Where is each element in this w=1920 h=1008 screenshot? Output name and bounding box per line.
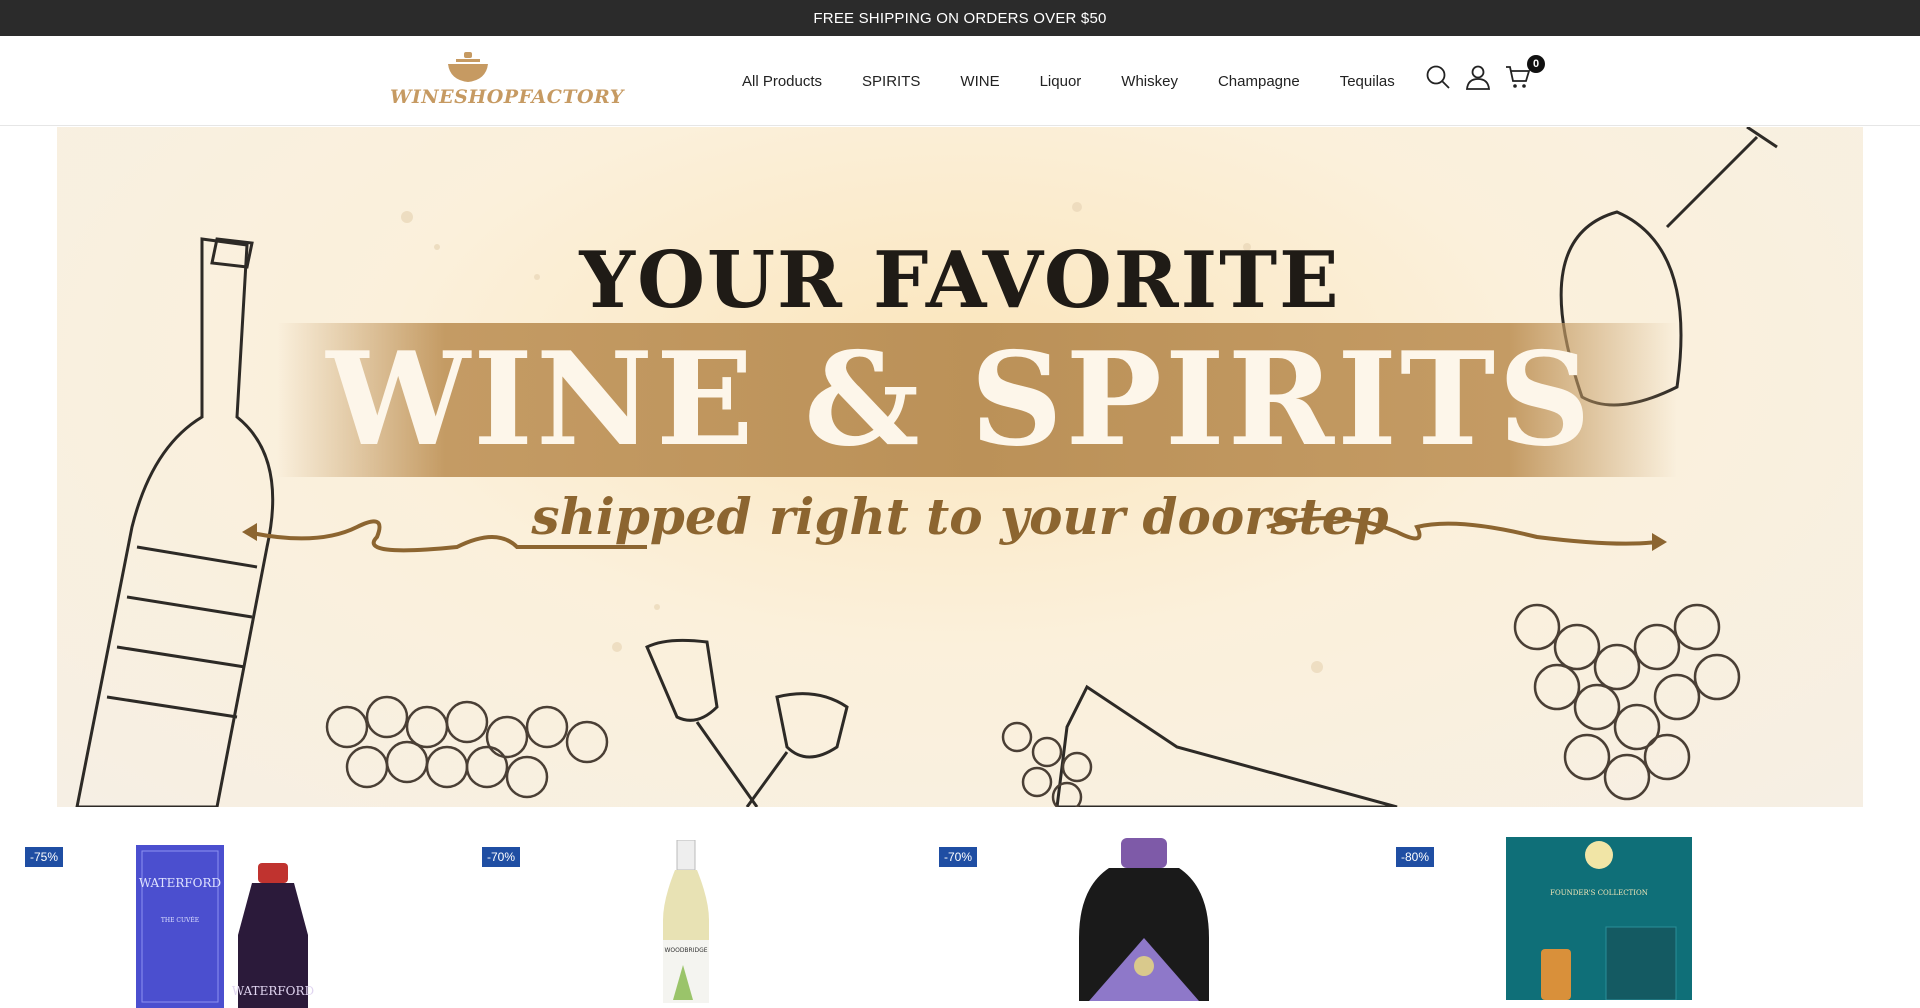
nav-liquor[interactable]: Liquor — [1040, 73, 1082, 90]
nav-whiskey[interactable]: Whiskey — [1121, 73, 1178, 90]
hero-heading-top: YOUR FAVORITE — [579, 235, 1341, 326]
announcement-text: FREE SHIPPING ON ORDERS OVER $50 — [813, 9, 1107, 27]
hero-tagline: shipped right to your doorstep — [531, 487, 1389, 546]
announcement-bar: FREE SHIPPING ON ORDERS OVER $50 — [0, 0, 1920, 36]
product-grid: -75% WATERFORD THE CUVÉE WATERFORD -70% … — [0, 830, 1920, 1008]
mortar-bowl-icon — [448, 52, 488, 82]
box-collection-text: FOUNDER'S COLLECTION — [1550, 889, 1648, 897]
cart-count-badge: 0 — [1527, 55, 1545, 73]
main-nav: All Products SPIRITS WINE Liquor Whiskey… — [742, 36, 1435, 126]
product-card[interactable]: -75% WATERFORD THE CUVÉE WATERFORD — [0, 830, 457, 1008]
discount-badge: -75% — [25, 847, 64, 867]
logo-text: WINESHOPFACTORY — [390, 86, 624, 108]
hero-heading-main: WINE & SPIRITS — [326, 325, 1594, 475]
nav-tequilas[interactable]: Tequilas — [1340, 73, 1395, 90]
site-header: WINESHOPFACTORY All Products SPIRITS WIN… — [0, 36, 1920, 126]
user-icon[interactable] — [1465, 64, 1490, 90]
hero-banner[interactable]: YOUR FAVORITE WINE & SPIRITS shipped rig… — [57, 127, 1863, 807]
discount-badge: -70% — [939, 847, 978, 867]
logo[interactable]: WINESHOPFACTORY — [390, 52, 623, 112]
product-card[interactable]: -70% — [914, 830, 1371, 1001]
product-image[interactable]: WOODBRIDGE — [647, 840, 727, 1003]
product-image[interactable] — [1069, 838, 1219, 1001]
nav-champagne[interactable]: Champagne — [1218, 73, 1300, 90]
product-image[interactable]: WATERFORD THE CUVÉE WATERFORD — [130, 845, 350, 1008]
box-brand-text: WATERFORD — [139, 876, 221, 890]
nav-spirits[interactable]: SPIRITS — [862, 73, 920, 90]
cart-icon[interactable]: 0 — [1505, 55, 1545, 88]
discount-badge: -80% — [1396, 847, 1435, 867]
bottle-label-text: WOODBRIDGE — [664, 947, 707, 954]
nav-all-products[interactable]: All Products — [742, 73, 822, 90]
box-sub-text: THE CUVÉE — [161, 916, 199, 924]
product-card[interactable]: -80% FOUNDER'S COLLECTION — [1371, 830, 1828, 1000]
search-icon[interactable] — [1425, 64, 1450, 89]
product-image[interactable]: FOUNDER'S COLLECTION — [1506, 837, 1696, 1000]
nav-wine[interactable]: WINE — [960, 73, 999, 90]
bottle-brand-text: WATERFORD — [232, 984, 314, 998]
header-icons: 0 — [1425, 55, 1545, 90]
product-card[interactable]: -70% WOODBRIDGE — [457, 830, 914, 1003]
discount-badge: -70% — [482, 847, 521, 867]
